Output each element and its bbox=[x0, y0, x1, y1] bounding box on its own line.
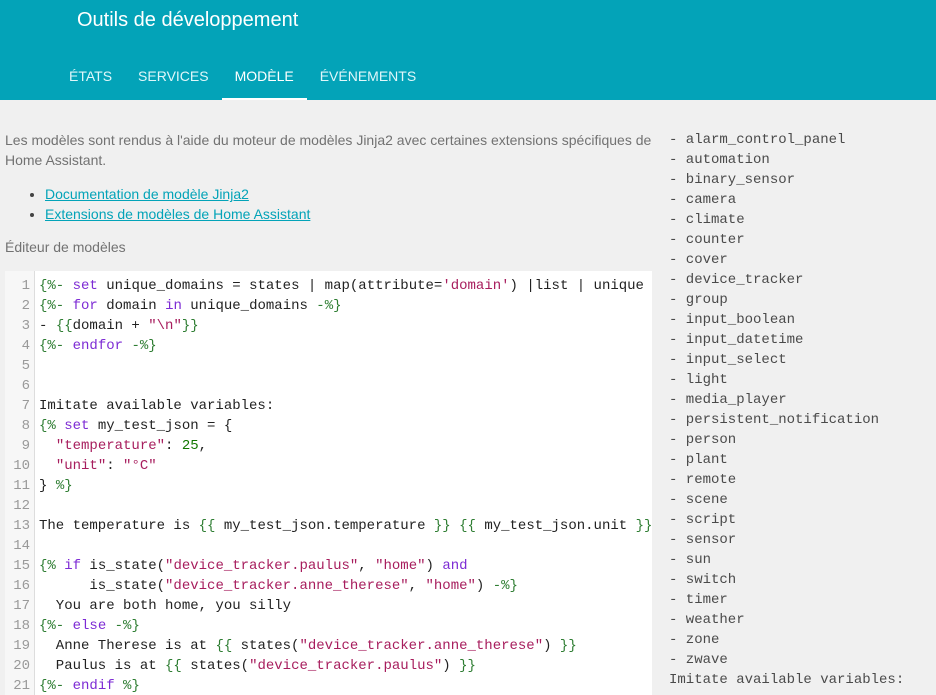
code-line[interactable]: Paulus is at {{ states("device_tracker.p… bbox=[39, 656, 652, 676]
code-line[interactable]: You are both home, you silly bbox=[39, 596, 652, 616]
code-line[interactable] bbox=[39, 496, 652, 516]
line-number: 15 bbox=[13, 558, 30, 574]
result-line: - group bbox=[669, 292, 728, 308]
line-number: 21 bbox=[13, 678, 30, 694]
result-line: - person bbox=[669, 432, 737, 448]
code-line[interactable] bbox=[39, 536, 652, 556]
line-number: 8 bbox=[21, 418, 30, 434]
ha-extensions-link[interactable]: Extensions de modèles de Home Assistant bbox=[45, 206, 310, 222]
line-number: 4 bbox=[21, 338, 30, 354]
result-line: - binary_sensor bbox=[669, 172, 796, 188]
line-number: 6 bbox=[21, 378, 30, 394]
line-number: 7 bbox=[21, 398, 30, 414]
result-line: - switch bbox=[669, 572, 737, 588]
result-line: - media_player bbox=[669, 392, 787, 408]
code-line[interactable] bbox=[39, 356, 652, 376]
main-content: Les modèles sont rendus à l'aide du mote… bbox=[0, 100, 936, 695]
editor-label: Éditeur de modèles bbox=[5, 239, 126, 255]
result-line: - zone bbox=[669, 632, 720, 648]
code-area[interactable]: {%- set unique_domains = states | map(at… bbox=[39, 276, 652, 695]
app-header: Outils de développement États Services M… bbox=[0, 0, 936, 100]
line-number: 17 bbox=[13, 598, 30, 614]
tab-bar: États Services Modèle Événements bbox=[56, 54, 429, 100]
line-number: 2 bbox=[21, 298, 30, 314]
code-line[interactable]: is_state("device_tracker.anne_therese", … bbox=[39, 576, 652, 596]
tab-states[interactable]: États bbox=[56, 54, 125, 100]
code-line[interactable]: {%- endfor -%} bbox=[39, 336, 652, 356]
result-line: - plant bbox=[669, 452, 728, 468]
result-line: - persistent_notification bbox=[669, 412, 880, 428]
jinja2-doc-link[interactable]: Documentation de modèle Jinja2 bbox=[45, 186, 249, 202]
list-item: Documentation de modèle Jinja2 bbox=[45, 184, 310, 204]
code-line[interactable] bbox=[39, 376, 652, 396]
line-number: 13 bbox=[13, 518, 30, 534]
code-line[interactable]: } %} bbox=[39, 476, 652, 496]
tab-events[interactable]: Événements bbox=[307, 54, 429, 100]
result-line: - automation bbox=[669, 152, 770, 168]
result-line: - input_datetime bbox=[669, 332, 804, 348]
result-line: - input_boolean bbox=[669, 312, 796, 328]
line-number: 18 bbox=[13, 618, 30, 634]
code-line[interactable]: {%- for domain in unique_domains -%} bbox=[39, 296, 652, 316]
template-result: - alarm_control_panel - automation - binar… bbox=[669, 130, 936, 690]
result-line: - input_select bbox=[669, 352, 787, 368]
documentation-links: Documentation de modèle Jinja2 Extension… bbox=[27, 184, 310, 224]
code-line[interactable]: {%- else -%} bbox=[39, 616, 652, 636]
list-item: Extensions de modèles de Home Assistant bbox=[45, 204, 310, 224]
result-line: - weather bbox=[669, 612, 745, 628]
result-line: - device_tracker bbox=[669, 272, 804, 288]
result-line: - counter bbox=[669, 232, 745, 248]
line-number: 20 bbox=[13, 658, 30, 674]
result-line: - scene bbox=[669, 492, 728, 508]
template-description: Les modèles sont rendus à l'aide du mote… bbox=[5, 132, 652, 168]
code-line[interactable]: Imitate available variables: bbox=[39, 396, 652, 416]
result-line: Imitate available variables: bbox=[669, 672, 905, 688]
line-number: 5 bbox=[21, 358, 30, 374]
line-number: 14 bbox=[13, 538, 30, 554]
result-line: - timer bbox=[669, 592, 728, 608]
result-line: - climate bbox=[669, 212, 745, 228]
tab-template[interactable]: Modèle bbox=[221, 54, 307, 100]
code-line[interactable]: The temperature is {{ my_test_json.tempe… bbox=[39, 516, 652, 536]
line-number-gutter: 1 2 3 4 5 6 7 8 9 10 11 12 13 14 15 16 17 18 19 20 21 bbox=[5, 271, 35, 695]
code-line[interactable]: "temperature": 25, bbox=[39, 436, 652, 456]
line-number: 19 bbox=[13, 638, 30, 654]
line-number: 16 bbox=[13, 578, 30, 594]
code-line[interactable]: {% if is_state("device_tracker.paulus", … bbox=[39, 556, 652, 576]
result-line: - light bbox=[669, 372, 728, 388]
tab-services[interactable]: Services bbox=[125, 54, 222, 100]
result-line: - script bbox=[669, 512, 737, 528]
result-line: - remote bbox=[669, 472, 737, 488]
code-line[interactable]: - {{domain + "\n"}} bbox=[39, 316, 652, 336]
line-number: 3 bbox=[21, 318, 30, 334]
line-number: 10 bbox=[13, 458, 30, 474]
result-line: - sun bbox=[669, 552, 712, 568]
code-line[interactable]: {%- set unique_domains = states | map(at… bbox=[39, 276, 652, 296]
line-number: 9 bbox=[21, 438, 30, 454]
code-line[interactable]: "unit": "°C" bbox=[39, 456, 652, 476]
code-line[interactable]: {% set my_test_json = { bbox=[39, 416, 652, 436]
code-line[interactable]: Anne Therese is at {{ states("device_tra… bbox=[39, 636, 652, 656]
result-line: - cover bbox=[669, 252, 728, 268]
line-number: 11 bbox=[13, 478, 30, 494]
result-line: - camera bbox=[669, 192, 737, 208]
line-number: 12 bbox=[13, 498, 30, 514]
result-line: - sensor bbox=[669, 532, 737, 548]
line-number: 1 bbox=[21, 278, 30, 294]
result-line: - zwave bbox=[669, 652, 728, 668]
result-line: - alarm_control_panel bbox=[669, 132, 846, 148]
page-title: Outils de développement bbox=[77, 9, 299, 31]
template-editor[interactable]: 1 2 3 4 5 6 7 8 9 10 11 12 13 14 15 16 17 18 19 20 21 {%- se… bbox=[5, 271, 652, 695]
code-line[interactable]: {%- endif %} bbox=[39, 676, 652, 695]
